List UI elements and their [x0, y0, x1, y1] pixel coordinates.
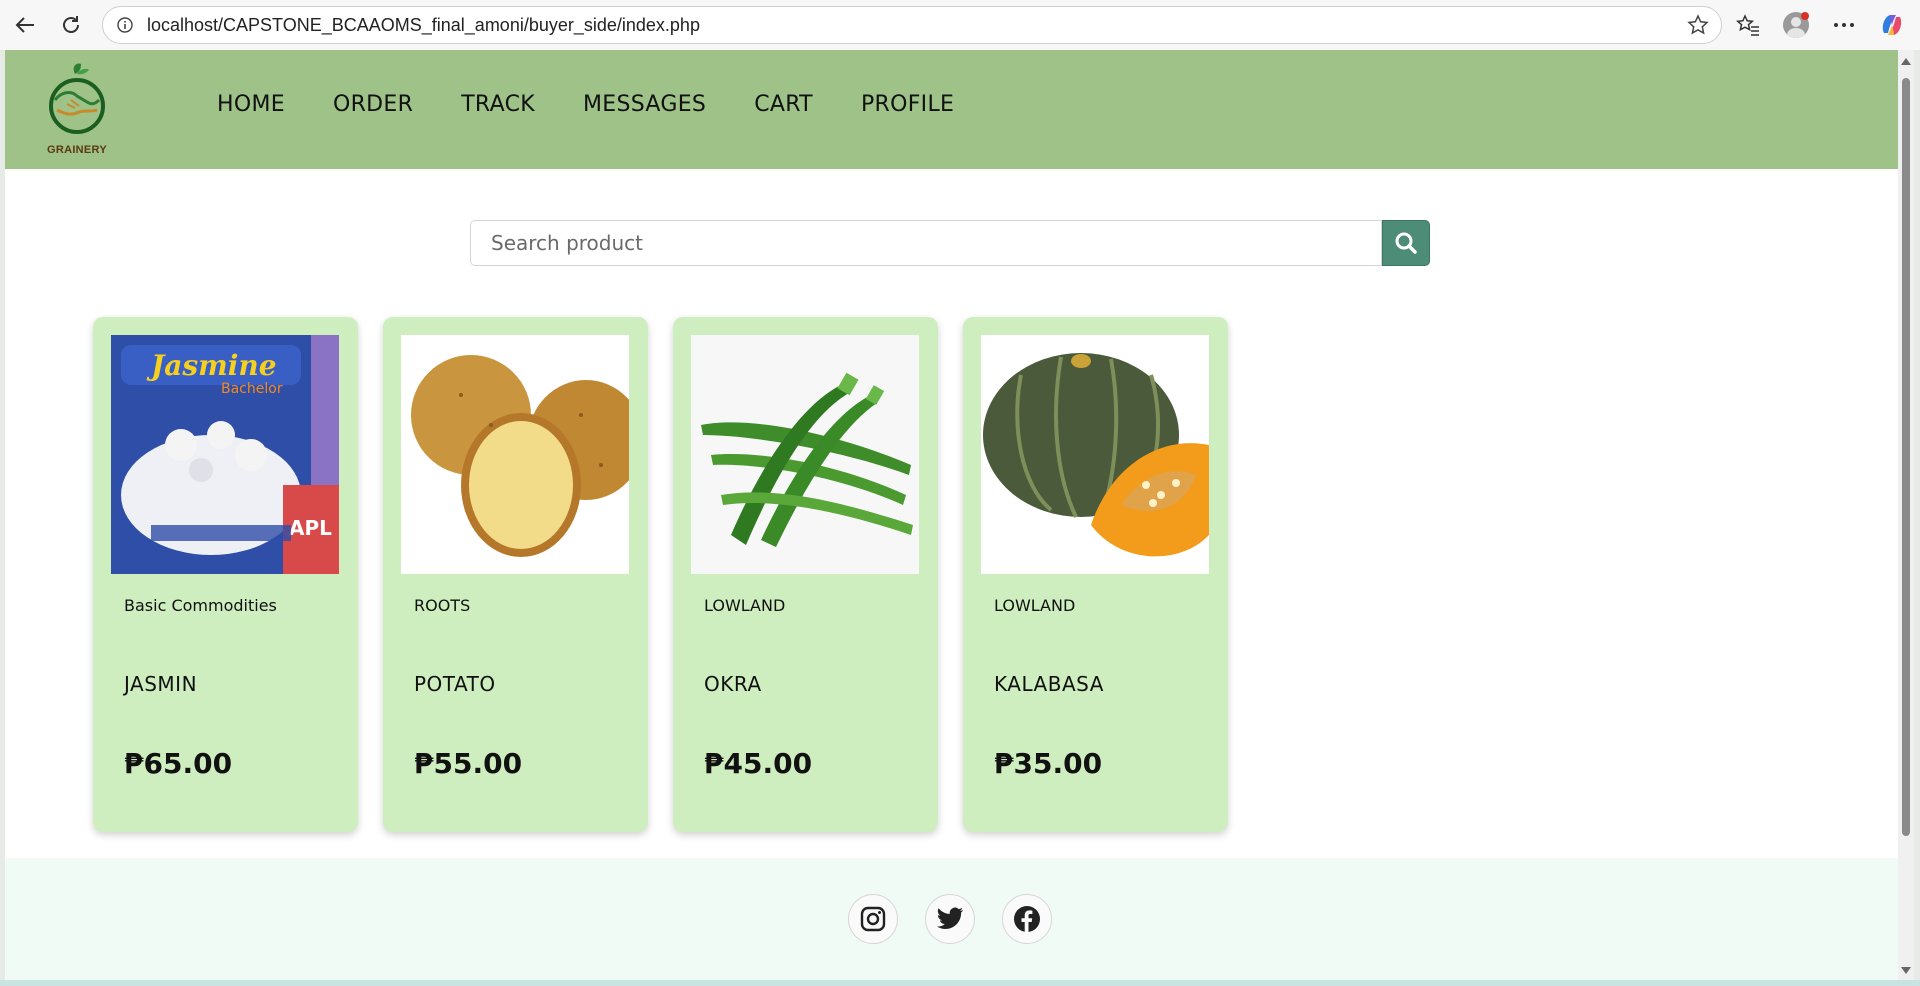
nav-track[interactable]: TRACK [461, 92, 535, 117]
social-links [848, 894, 1052, 944]
browser-actions [1730, 0, 1920, 50]
product-name[interactable]: POTATO [414, 672, 496, 696]
main-nav: HOME ORDER TRACK MESSAGES CART PROFILE [217, 92, 1002, 117]
nav-profile[interactable]: PROFILE [861, 92, 954, 117]
potato-image [401, 335, 629, 574]
product-category: LOWLAND [704, 596, 786, 615]
page-viewport: GRAINERY HOME ORDER TRACK MESSAGES CART … [5, 50, 1898, 980]
squash-image [981, 335, 1209, 574]
instagram-link[interactable] [848, 894, 898, 944]
info-icon[interactable] [117, 17, 133, 33]
address-bar[interactable]: localhost/CAPSTONE_BCAAOMS_final_amoni/b… [102, 6, 1722, 44]
site-header: GRAINERY HOME ORDER TRACK MESSAGES CART … [5, 50, 1898, 169]
scroll-down-arrow-icon[interactable] [1901, 967, 1911, 974]
search-input[interactable] [470, 220, 1382, 266]
nav-home[interactable]: HOME [217, 92, 285, 117]
product-card[interactable]: Jasmine Bachelor APL Basic Commodities J… [93, 317, 358, 832]
product-price: ₱45.00 [704, 747, 813, 780]
product-price: ₱65.00 [124, 747, 233, 780]
search-icon [1395, 232, 1417, 254]
scroll-up-arrow-icon[interactable] [1901, 58, 1911, 65]
nav-order[interactable]: ORDER [333, 92, 413, 117]
back-arrow-icon [15, 17, 34, 33]
twitter-link[interactable] [925, 894, 975, 944]
product-category: ROOTS [414, 596, 471, 615]
grainery-logo[interactable]: GRAINERY [41, 60, 113, 160]
more-menu-button[interactable] [1826, 7, 1862, 43]
notification-dot [1801, 12, 1809, 20]
svg-text:APL: APL [289, 516, 332, 540]
search-bar [470, 220, 1430, 266]
search-button[interactable] [1382, 220, 1430, 266]
product-category: LOWLAND [994, 596, 1076, 615]
profile-button[interactable] [1778, 7, 1814, 43]
favorite-star-icon[interactable] [1687, 14, 1709, 36]
product-price: ₱35.00 [994, 747, 1103, 780]
back-button[interactable] [2, 2, 48, 48]
product-image-okra[interactable] [691, 335, 919, 574]
product-card[interactable]: LOWLAND OKRA ₱45.00 [673, 317, 938, 832]
product-image-jasmine-rice[interactable]: Jasmine Bachelor APL [111, 335, 339, 574]
okra-image [691, 335, 919, 574]
copilot-button[interactable] [1874, 7, 1910, 43]
browser-toolbar: localhost/CAPSTONE_BCAAOMS_final_amoni/b… [0, 0, 1920, 50]
svg-text:Jasmine: Jasmine [146, 349, 277, 382]
twitter-icon [937, 907, 963, 929]
product-name[interactable]: KALABASA [994, 672, 1104, 696]
taskbar-edge [0, 980, 1920, 986]
nav-cart[interactable]: CART [754, 92, 813, 117]
rice-bag-image: Jasmine Bachelor APL [111, 335, 339, 574]
logo-text: GRAINERY [46, 144, 108, 156]
product-grid: Jasmine Bachelor APL Basic Commodities J… [93, 317, 1228, 832]
copilot-icon [1882, 15, 1902, 35]
facebook-link[interactable] [1002, 894, 1052, 944]
svg-text:Bachelor: Bachelor [221, 381, 283, 397]
favorites-button[interactable] [1730, 7, 1766, 43]
facebook-icon [1014, 906, 1040, 932]
product-name[interactable]: OKRA [704, 672, 762, 696]
url-text: localhost/CAPSTONE_BCAAOMS_final_amoni/b… [147, 14, 700, 35]
product-card[interactable]: ROOTS POTATO ₱55.00 [383, 317, 648, 832]
product-card[interactable]: LOWLAND KALABASA ₱35.00 [963, 317, 1228, 832]
product-name[interactable]: JASMIN [124, 672, 197, 696]
logo-icon [49, 63, 105, 134]
product-category: Basic Commodities [124, 596, 277, 615]
instagram-icon [860, 906, 886, 932]
more-dots-icon [1834, 23, 1854, 27]
nav-messages[interactable]: MESSAGES [583, 92, 706, 117]
reload-icon [63, 16, 79, 33]
site-footer [5, 858, 1898, 980]
reload-button[interactable] [48, 2, 94, 48]
product-image-squash[interactable] [981, 335, 1209, 574]
page-scrollbar[interactable] [1898, 50, 1914, 980]
favorites-list-icon [1736, 14, 1759, 36]
product-image-potato[interactable] [401, 335, 629, 574]
scrollbar-thumb[interactable] [1902, 78, 1910, 836]
product-price: ₱55.00 [414, 747, 523, 780]
